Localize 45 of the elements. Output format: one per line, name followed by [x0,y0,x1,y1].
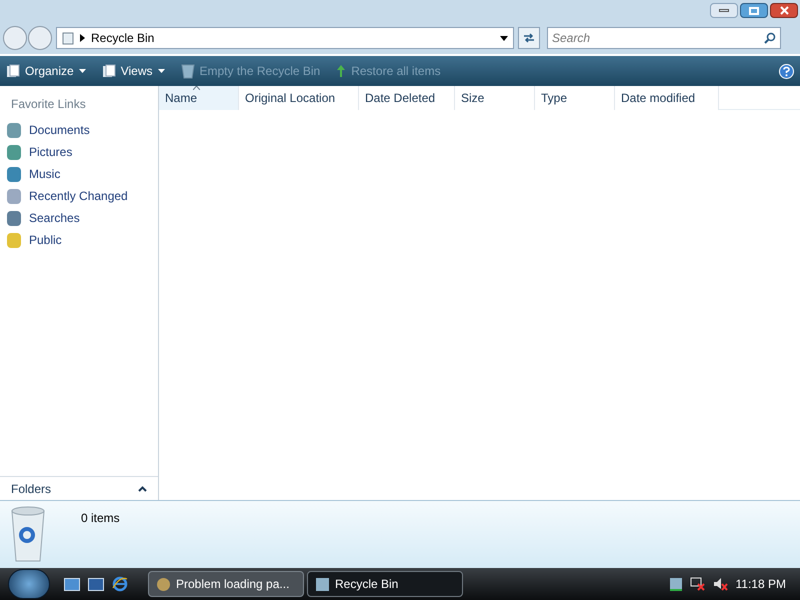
minimize-button[interactable] [710,3,738,18]
address-bar[interactable]: Recycle Bin [56,27,514,49]
sidebar-link[interactable]: Pictures [0,141,158,163]
sidebar-link[interactable]: Public [0,229,158,251]
start-button[interactable] [8,569,50,599]
refresh-icon [523,33,535,43]
section-heading: Favorite Links [10,96,87,113]
search-field[interactable]: Search [547,27,781,49]
column-header[interactable]: Type [535,86,615,110]
pages-icon [102,64,116,78]
column-header[interactable]: Name [159,86,239,110]
pages-icon [6,64,20,78]
desktop-icon[interactable] [64,578,80,590]
sidebar-link[interactable]: Documents [0,119,158,141]
caret-icon [78,69,86,73]
refresh-button[interactable] [518,27,540,49]
caret-icon [158,69,164,73]
menu-button[interactable]: Organize [6,62,86,80]
close-button[interactable] [770,3,798,18]
column-header[interactable]: Original Location [239,86,359,110]
restore-button[interactable] [740,3,768,18]
sidebar-link[interactable]: Music [0,163,158,185]
clock: 11:18 PM [736,576,786,593]
item-count: 0 items [81,510,120,527]
column-header[interactable]: Date Deleted [359,86,455,110]
help-icon[interactable] [779,64,794,78]
browser-icon[interactable] [112,576,128,592]
network-disconnected-icon [690,577,705,591]
sidebar-link[interactable]: Searches [0,207,158,229]
close-icon [780,6,788,15]
menu-button[interactable]: Views [102,62,164,80]
collapse-icon [138,486,147,492]
dropdown-icon[interactable] [500,36,508,40]
windows-icon[interactable] [88,578,104,590]
arrow-icon [336,64,346,78]
search-icon [764,32,776,44]
taskbar-button[interactable]: Problem loading pa... [148,571,304,597]
column-header[interactable]: Date modified [615,86,719,110]
taskbar-button[interactable]: Recycle Bin [307,571,463,597]
address-text: Recycle Bin [91,30,154,47]
chevron-icon [80,34,85,42]
column-header[interactable]: Size [455,86,535,110]
sidebar-link[interactable]: Recently Changed [0,185,158,207]
speaker-muted-icon [712,577,728,591]
network-icon [670,578,682,590]
